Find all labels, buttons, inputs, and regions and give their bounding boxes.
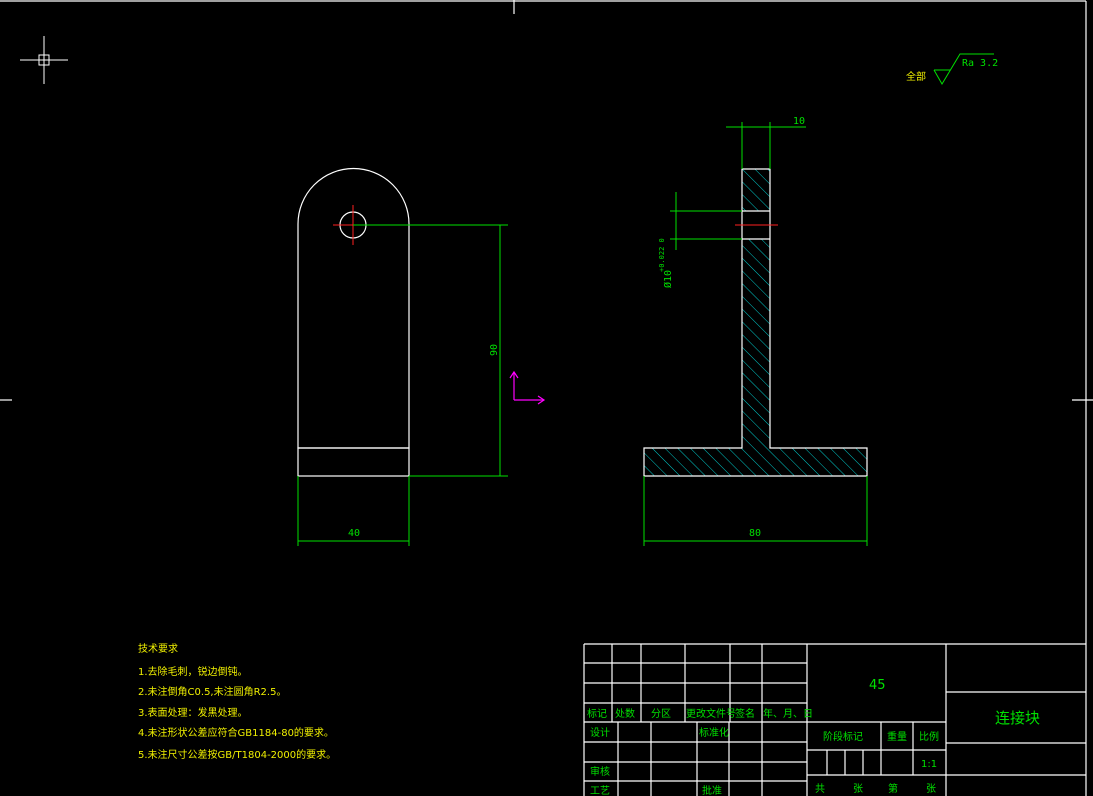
tech-req-title: 技术要求: [138, 642, 178, 655]
stage-mark-label: 阶段标记: [823, 730, 863, 743]
tech-req-item: 4.未注形状公差应符合GB1184-80的要求。: [138, 726, 334, 739]
dim-front-width: 40: [348, 528, 360, 539]
rev-header: 分区: [651, 708, 671, 720]
sheet-total-label: 共: [815, 783, 825, 795]
ucs-axis-icon: [509, 370, 546, 405]
tech-req-item: 3.表面处理：发黑处理。: [138, 706, 248, 719]
rev-header: 处数: [615, 707, 635, 720]
surface-finish-value: Ra 3.2: [962, 58, 998, 69]
sheet-unit-label: 张: [853, 783, 863, 795]
sheet-no-label: 第: [888, 782, 898, 795]
approve-label: 批准: [702, 784, 722, 796]
scale-label: 比例: [919, 730, 939, 743]
rev-header: 标记: [587, 708, 607, 720]
dim-side-width: 80: [749, 528, 761, 539]
dim-hole-tolerance: +0.022 0: [658, 238, 666, 272]
scale-value: 1:1: [921, 759, 937, 770]
role-label: 设计: [590, 726, 610, 739]
dim-front-height: 90: [489, 344, 500, 356]
standardization-label: 标准化: [699, 726, 729, 739]
side-view: [643, 168, 868, 477]
front-view: [297, 167, 410, 477]
tech-req-item: 2.未注倒角C0.5,未注圆角R2.5。: [138, 685, 286, 698]
role-label: 工艺: [590, 785, 610, 796]
part-name: 连接块: [995, 709, 1040, 727]
tech-req-item: 1.去除毛刺，锐边倒钝。: [138, 665, 248, 678]
tech-req-item: 5.未注尺寸公差按GB/T1804-2000的要求。: [138, 748, 336, 761]
dim-side-thickness: 10: [793, 116, 805, 127]
surface-finish-symbol: 全部 Ra 3.2: [906, 53, 998, 85]
rev-header: 更改文件号: [686, 707, 736, 720]
weight-label: 重量: [887, 730, 907, 743]
rev-header: 年、月、日: [763, 707, 813, 720]
rev-header: 签名: [735, 707, 755, 720]
crosshair-cursor-icon: [20, 36, 68, 84]
material-value: 45: [869, 678, 886, 693]
surface-finish-prefix: 全部: [906, 70, 926, 83]
tech-requirements: 技术要求 1.去除毛刺，锐边倒钝。 2.未注倒角C0.5,未注圆角R2.5。 3…: [138, 642, 336, 761]
sheet-unit-label: 张: [926, 783, 936, 795]
title-block: 标记 处数 分区 更改文件号 签名 年、月、日 设计 审核 工艺 标准化 批准 …: [583, 643, 1086, 796]
cad-drawing-canvas[interactable]: 全部 Ra 3.2 40 90 10 80 Ø10 +0.022 0 技术要求 …: [0, 0, 1093, 796]
role-label: 审核: [590, 765, 610, 778]
front-view-dimensions: 40 90: [297, 224, 508, 546]
